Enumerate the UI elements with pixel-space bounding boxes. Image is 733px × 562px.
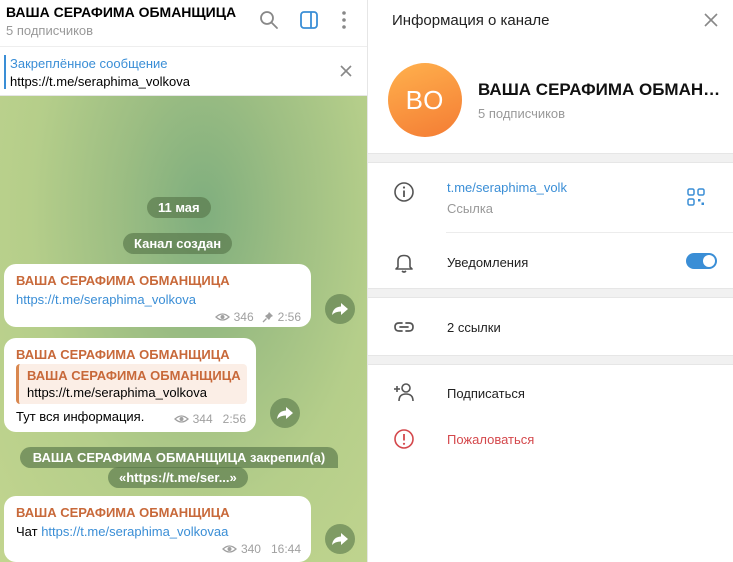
- channel-link-label: Ссылка: [447, 201, 494, 216]
- message-meta: 344 2:56: [173, 412, 246, 426]
- pinned-service-message[interactable]: ВАША СЕРАФИМА ОБМАНЩИЦА закрепил(а): [20, 447, 338, 468]
- info-icon: [394, 182, 414, 202]
- info-panel-title: Информация о канале: [392, 12, 550, 29]
- message-link[interactable]: https://t.me/seraphima_volkovaa: [41, 524, 228, 539]
- eye-icon: [173, 415, 189, 423]
- sidebar-toggle-icon[interactable]: [298, 9, 320, 31]
- message-time: 2:56: [277, 310, 301, 324]
- forward-button[interactable]: [325, 294, 355, 324]
- message-text: Чат https://t.me/seraphima_volkovaa: [16, 524, 228, 539]
- pinned-text: https://t.me/seraphima_volkova: [10, 74, 190, 89]
- forward-icon[interactable]: [270, 398, 300, 428]
- channel-created-badge: Канал создан: [123, 233, 233, 254]
- pin-icon: [262, 312, 273, 323]
- chat-pane: ВАША СЕРАФИМА ОБМАНЩИЦА 5 подписчиков За…: [0, 0, 368, 562]
- search-icon[interactable]: [258, 9, 280, 31]
- message-time: 16:44: [270, 542, 301, 556]
- message-text: Тут вся информация.: [16, 409, 145, 424]
- message-author[interactable]: ВАША СЕРАФИМА ОБМАНЩИЦА: [16, 505, 230, 520]
- row-divider: [446, 232, 733, 233]
- message-text-prefix: Чат: [16, 524, 42, 539]
- close-icon[interactable]: [703, 12, 719, 28]
- quote-text: https://t.me/seraphima_volkova: [27, 385, 207, 400]
- message-bubble[interactable]: ВАША СЕРАФИМА ОБМАНЩИЦА https://t.me/ser…: [4, 264, 311, 327]
- report-button[interactable]: Пожаловаться: [447, 432, 534, 447]
- message-bubble[interactable]: ВАША СЕРАФИМА ОБМАНЩИЦА Чат https://t.me…: [4, 496, 311, 562]
- pinned-message-bar[interactable]: Закреплённое сообщение https://t.me/sera…: [0, 46, 367, 96]
- pinned-indicator: [4, 55, 6, 89]
- channel-name: ВАША СЕРАФИМА ОБМАНЩИЦА: [478, 80, 723, 99]
- section-separator: [368, 288, 733, 298]
- channel-info-panel: Информация о канале ВО ВАША СЕРАФИМА ОБМ…: [368, 0, 733, 562]
- message-author[interactable]: ВАША СЕРАФИМА ОБМАНЩИЦА: [16, 347, 230, 362]
- message-views: 344: [192, 412, 213, 426]
- eye-icon: [221, 545, 237, 553]
- message-meta: 340 16:44: [221, 542, 301, 556]
- pinned-title: Закреплённое сообщение: [10, 56, 168, 71]
- forward-icon[interactable]: [325, 524, 355, 554]
- notifications-toggle[interactable]: [686, 253, 717, 269]
- link-icon: [394, 322, 414, 332]
- message-views: 346: [233, 310, 254, 324]
- qr-code-icon[interactable]: [686, 187, 706, 207]
- notifications-label: Уведомления: [447, 255, 529, 270]
- forward-button[interactable]: [270, 398, 300, 428]
- bell-icon: [395, 254, 413, 273]
- message-bubble[interactable]: ВАША СЕРАФИМА ОБМАНЩИЦА ВАША СЕРАФИМА ОБ…: [4, 338, 256, 432]
- forward-button[interactable]: [325, 524, 355, 554]
- reply-quote[interactable]: ВАША СЕРАФИМА ОБМАНЩИЦА https://t.me/ser…: [16, 364, 247, 404]
- report-icon: [394, 429, 414, 449]
- links-count[interactable]: 2 ссылки: [447, 320, 501, 335]
- channel-subscribers: 5 подписчиков: [478, 106, 566, 121]
- message-author[interactable]: ВАША СЕРАФИМА ОБМАНЩИЦА: [16, 273, 230, 288]
- message-link[interactable]: https://t.me/seraphima_volkova: [16, 292, 196, 307]
- chat-header[interactable]: ВАША СЕРАФИМА ОБМАНЩИЦА 5 подписчиков: [0, 0, 367, 46]
- chat-background: 11 мая Канал создан ВАША СЕРАФИМА ОБМАНЩ…: [0, 96, 367, 562]
- channel-link[interactable]: t.me/seraphima_volk: [447, 180, 567, 195]
- chat-subscribers: 5 подписчиков: [6, 23, 94, 38]
- more-vertical-icon[interactable]: [333, 9, 355, 31]
- close-icon[interactable]: [338, 63, 354, 79]
- forward-icon[interactable]: [325, 294, 355, 324]
- message-views: 340: [240, 542, 261, 556]
- eye-icon: [214, 313, 230, 321]
- date-badge: 11 мая: [147, 197, 211, 218]
- avatar[interactable]: ВО: [388, 63, 462, 137]
- chat-title[interactable]: ВАША СЕРАФИМА ОБМАНЩИЦА: [6, 4, 236, 20]
- section-separator: [368, 355, 733, 365]
- pinned-service-message-quote[interactable]: «https://t.me/ser...»: [108, 467, 248, 488]
- add-user-icon: [394, 383, 414, 402]
- message-meta: 346 2:56: [214, 310, 301, 324]
- subscribe-button[interactable]: Подписаться: [447, 386, 525, 401]
- quote-author: ВАША СЕРАФИМА ОБМАНЩИЦА: [27, 368, 241, 383]
- section-separator: [368, 153, 733, 163]
- message-time: 2:56: [222, 412, 246, 426]
